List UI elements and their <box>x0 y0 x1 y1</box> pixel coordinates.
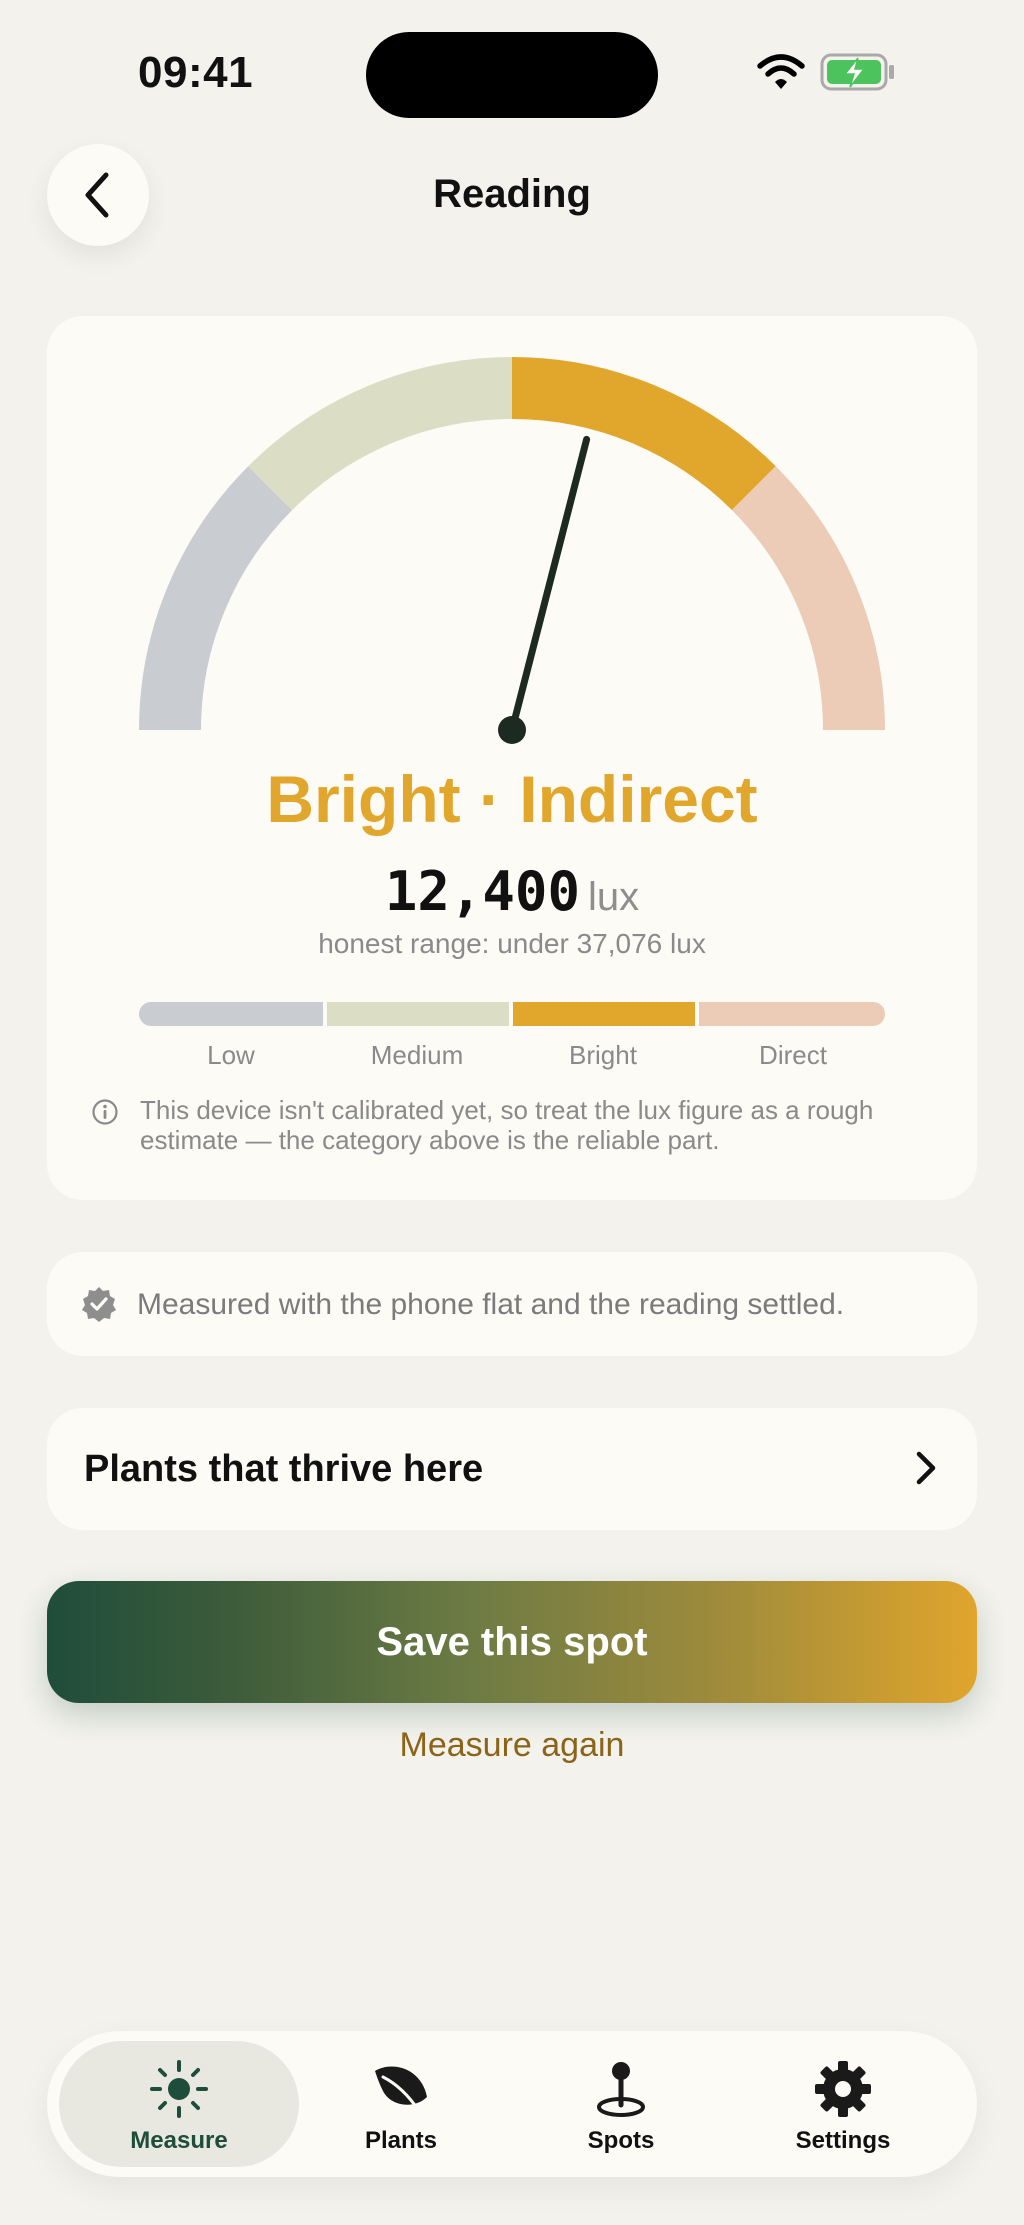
lux-value: 12,400 <box>384 860 580 923</box>
honest-range: honest range: under 37,076 lux <box>318 928 706 959</box>
chevron-right-icon <box>916 1451 936 1485</box>
settled-note: Measured with the phone flat and the rea… <box>137 1288 845 1321</box>
calibration-note: This device isn't calibrated yet, so tre… <box>140 1095 874 1155</box>
scale-bar-low <box>139 1002 323 1026</box>
pin-icon <box>597 2062 645 2117</box>
gear-icon <box>815 2061 871 2117</box>
battery-charging-icon <box>820 53 894 91</box>
save-spot-button[interactable]: Save this spot <box>47 1581 977 1703</box>
gauge-segment-bright <box>511 357 776 511</box>
light-gauge <box>139 357 885 744</box>
scale-label-direct: Direct <box>759 1040 827 1070</box>
status-time: 09:41 <box>138 48 254 97</box>
gauge-needle <box>508 435 591 734</box>
tab-spots-label: Spots <box>587 2127 655 2154</box>
lux-unit: lux <box>587 875 640 919</box>
reading-card: Bright · Indirect 12,400 lux honest range… <box>47 316 977 1200</box>
light-category: Bright · Indirect <box>266 762 758 836</box>
tab-settings-label: Settings <box>795 2127 891 2154</box>
plants-that-thrive-link[interactable]: Plants that thrive here <box>47 1408 977 1530</box>
gauge-segment-direct <box>731 466 885 731</box>
scale-label-bright: Bright <box>569 1040 637 1070</box>
page-title: Reading <box>433 172 591 216</box>
plants-link-label: Plants that thrive here <box>84 1448 484 1490</box>
scale-bar-medium <box>327 1002 509 1026</box>
tab-spots[interactable]: Spots <box>501 2041 741 2167</box>
status-icons <box>756 52 896 96</box>
lux-readout: 12,400 lux <box>47 860 977 923</box>
sun-icon <box>150 2060 208 2118</box>
verified-badge-icon <box>82 1287 116 1322</box>
tab-measure[interactable]: Measure <box>59 2041 299 2167</box>
tab-plants[interactable]: Plants <box>281 2041 521 2167</box>
info-icon <box>92 1099 118 1125</box>
tab-plants-label: Plants <box>364 2127 438 2154</box>
scale-label-low: Low <box>207 1040 255 1070</box>
measure-again-link[interactable]: Measure again <box>0 1726 1024 1765</box>
scale-bar-direct <box>699 1002 885 1026</box>
scale-label-medium: Medium <box>370 1040 464 1070</box>
gauge-pivot <box>498 716 526 744</box>
leaf-icon <box>375 2066 427 2113</box>
gauge-segment-low <box>139 466 293 731</box>
dynamic-island <box>366 32 658 118</box>
tab-measure-label: Measure <box>130 2127 228 2154</box>
settled-card: Measured with the phone flat and the rea… <box>47 1252 977 1356</box>
tab-bar: Measure Plants Spots Settings <box>47 2031 977 2177</box>
wifi-icon <box>757 54 805 89</box>
gauge-segment-medium <box>248 357 513 511</box>
tab-settings[interactable]: Settings <box>723 2041 963 2167</box>
scale-bar-bright <box>513 1002 695 1026</box>
